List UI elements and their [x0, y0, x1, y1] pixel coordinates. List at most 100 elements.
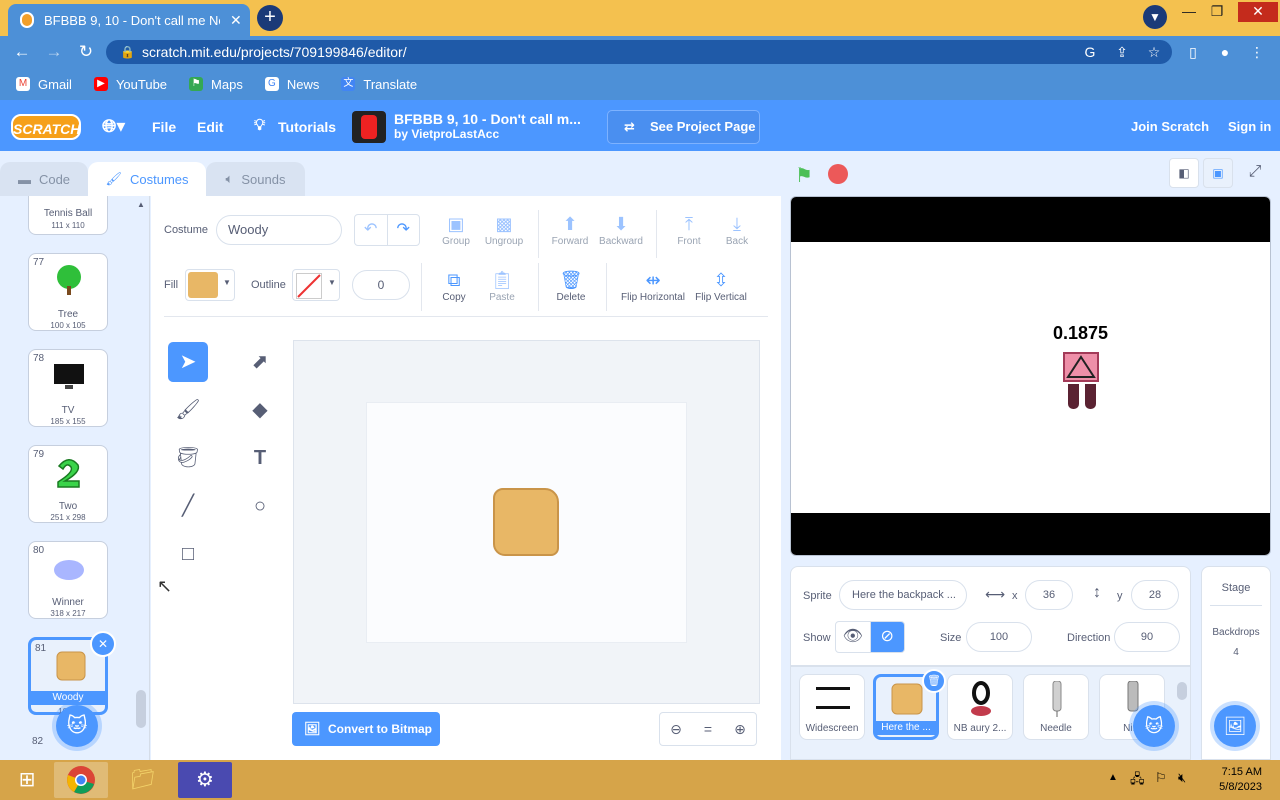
group-button[interactable]: ▣ Group	[430, 212, 482, 247]
sprite-list-scrollbar[interactable]	[1177, 682, 1187, 700]
stage-character-sprite[interactable]	[1063, 352, 1099, 382]
join-scratch-link[interactable]: Join Scratch	[1131, 119, 1209, 134]
convert-to-bitmap-button[interactable]: 🖼︎ Convert to Bitmap	[292, 712, 440, 746]
costume-tile[interactable]: 80 Winner 318 x 217	[28, 541, 108, 619]
scroll-up-arrow-icon[interactable]: ▲	[137, 200, 145, 209]
outline-color-picker[interactable]: ▼	[292, 269, 340, 301]
bookmark-star-icon[interactable]: ☆	[1144, 42, 1164, 62]
close-tab-icon[interactable]: ✕	[230, 12, 242, 29]
volume-muted-icon[interactable]: 🔇︎	[1178, 770, 1186, 786]
costume-tile[interactable]: 78 TV 185 x 155	[28, 349, 108, 427]
sprite-tile[interactable]: Needle	[1023, 674, 1089, 740]
add-backdrop-button[interactable]: 🖼︎	[1214, 705, 1256, 747]
costume-tile[interactable]: 79 Two 251 x 298	[28, 445, 108, 523]
text-tool-icon[interactable]: T	[240, 438, 280, 478]
taskbar-chrome[interactable]	[54, 762, 108, 798]
circle-tool-icon[interactable]: ○	[240, 486, 280, 526]
zoom-in-icon[interactable]: ⊕	[724, 713, 756, 745]
delete-button[interactable]: 🗑︎ Delete	[545, 268, 597, 303]
forward-icon[interactable]: →	[44, 42, 64, 62]
google-icon[interactable]: G	[1080, 42, 1100, 62]
outline-width-input[interactable]: 0	[352, 270, 410, 300]
tray-chevron-icon[interactable]: ▲	[1108, 772, 1118, 783]
brush-tool-icon[interactable]: 🖌︎	[168, 390, 208, 430]
y-input[interactable]: 28	[1131, 580, 1179, 610]
direction-input[interactable]: 90	[1114, 622, 1180, 652]
line-tool-icon[interactable]: ╱	[168, 486, 208, 526]
sprite-tile[interactable]: NB aury 2...	[947, 674, 1013, 740]
undo-icon[interactable]: ↶	[355, 215, 388, 245]
costume-tile[interactable]: Tennis Ball 111 x 110	[28, 196, 108, 235]
fill-tool-icon[interactable]: 🪣︎	[168, 438, 208, 478]
add-costume-button[interactable]: 🐱︎	[56, 705, 98, 747]
new-tab-button[interactable]: +	[257, 5, 283, 31]
taskbar-settings[interactable]: ⚙	[178, 762, 232, 798]
zoom-reset-icon[interactable]: =	[692, 713, 724, 745]
copy-button[interactable]: ⧉ Copy	[428, 268, 480, 303]
back-button[interactable]: ⤓ Back	[711, 212, 763, 247]
reshape-tool-icon[interactable]: ⬈	[240, 342, 280, 382]
select-tool-icon[interactable]: ➤	[168, 342, 208, 382]
edit-menu[interactable]: Edit	[197, 119, 223, 135]
flag-tray-icon[interactable]: ⚐	[1155, 770, 1167, 786]
delete-costume-icon[interactable]: ✕	[90, 631, 116, 657]
bookmark-youtube[interactable]: ▶ YouTube	[93, 77, 167, 92]
fullscreen-icon[interactable]: ⤢	[1240, 158, 1270, 188]
backward-button[interactable]: ⬇ Backward	[595, 212, 647, 247]
bookmark-news[interactable]: G News	[264, 77, 319, 92]
window-close-button[interactable]: ✕	[1238, 2, 1278, 22]
costume-list-scrollbar[interactable]	[136, 690, 146, 728]
url-field[interactable]: 🔒 scratch.mit.edu/projects/709199846/edi…	[106, 40, 1172, 64]
network-icon[interactable]: 🖧︎	[1130, 770, 1145, 792]
taskbar-clock[interactable]: 7:15 AM 5/8/2023	[1206, 765, 1262, 795]
flip-horizontal-button[interactable]: ⇹ Flip Horizontal	[616, 268, 690, 303]
delete-sprite-icon[interactable]: 🗑︎	[922, 669, 946, 693]
tab-code[interactable]: ▬ Code	[0, 162, 88, 196]
bookmark-gmail[interactable]: M Gmail	[16, 77, 72, 92]
forward-button[interactable]: ⬆ Forward	[544, 212, 596, 247]
minimize-button[interactable]: —	[1176, 2, 1202, 22]
fill-color-picker[interactable]: ▼	[185, 269, 235, 301]
browser-tab[interactable]: BFBBB 9, 10 - Don't call me Need ✕	[8, 4, 250, 36]
stop-icon[interactable]	[828, 164, 848, 184]
tab-costumes[interactable]: 🖌︎ Costumes	[88, 162, 206, 196]
eye-icon[interactable]: 👁︎	[836, 622, 871, 652]
language-globe-icon[interactable]: 🌐︎▾	[102, 116, 125, 137]
start-button[interactable]: ⊞	[0, 762, 54, 798]
green-flag-icon[interactable]: ⚑	[795, 163, 813, 188]
front-button[interactable]: ⤒ Front	[663, 212, 715, 247]
bookmark-translate[interactable]: 文 Translate	[341, 77, 417, 92]
redo-icon[interactable]: ↷	[388, 215, 420, 245]
paste-button[interactable]: 📋︎ Paste	[476, 268, 528, 303]
back-icon[interactable]: ←	[12, 42, 32, 62]
sprite-name-input[interactable]: Here the backpack ...	[839, 580, 967, 610]
file-menu[interactable]: File	[152, 119, 176, 135]
eye-hidden-icon[interactable]: ⊘	[870, 622, 904, 652]
zoom-out-icon[interactable]: ⊖	[660, 713, 692, 745]
eraser-tool-icon[interactable]: ◆	[240, 390, 280, 430]
woody-costume-shape[interactable]	[493, 488, 559, 556]
x-input[interactable]: 36	[1025, 580, 1073, 610]
large-stage-icon[interactable]: ▣	[1203, 158, 1233, 188]
add-sprite-button[interactable]: 🐱︎	[1133, 705, 1175, 747]
costume-name-input[interactable]: Woody	[216, 215, 342, 245]
costume-tile[interactable]: 77 Tree 100 x 105	[28, 253, 108, 331]
rectangle-tool-icon[interactable]: □	[168, 534, 208, 574]
taskbar-file-explorer[interactable]: 📁︎	[116, 762, 170, 798]
sign-in-link[interactable]: Sign in	[1228, 119, 1271, 134]
profile-icon[interactable]: ●	[1215, 42, 1235, 62]
share-icon[interactable]: ⇪	[1112, 42, 1132, 62]
tutorials-button[interactable]: Tutorials	[278, 119, 336, 135]
reload-icon[interactable]: ↻	[76, 42, 96, 62]
tab-search-button[interactable]: ▼	[1143, 5, 1167, 29]
tab-sounds[interactable]: 🔈︎ Sounds	[206, 162, 305, 196]
ungroup-button[interactable]: ▩ Ungroup	[478, 212, 530, 247]
sidepanel-icon[interactable]: ▯	[1183, 42, 1203, 62]
stage[interactable]: 0.1875	[790, 196, 1271, 556]
menu-kebab-icon[interactable]: ⋮	[1247, 42, 1267, 62]
small-stage-icon[interactable]: ◧	[1169, 158, 1199, 188]
scratch-logo[interactable]: SCRATCH	[11, 114, 81, 140]
sprite-tile[interactable]: Widescreen	[799, 674, 865, 740]
size-input[interactable]: 100	[966, 622, 1032, 652]
see-project-page-button[interactable]: ⇄ See Project Page	[607, 110, 760, 144]
